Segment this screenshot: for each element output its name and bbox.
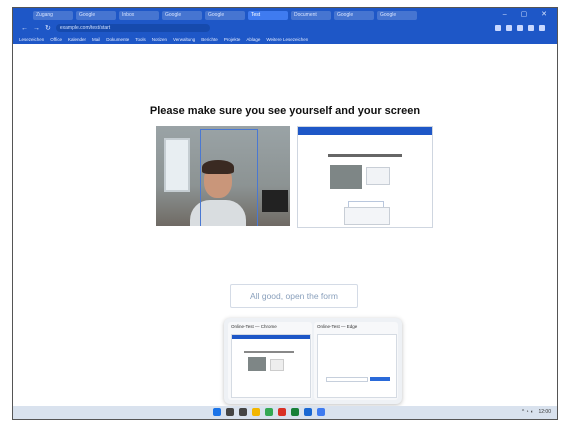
thumbnail-heading (244, 351, 294, 353)
face-detection-frame (200, 129, 258, 226)
bookmark[interactable]: Notizen (152, 37, 167, 42)
browser-tab[interactable]: Google (334, 10, 374, 20)
window-thumbnail[interactable]: Online-Test — Chrome (228, 322, 312, 400)
browser-toolbar: ← → ↻ example.com/test/start (13, 22, 557, 34)
window-controls[interactable]: – ▢ ✕ (503, 10, 553, 18)
bookmark[interactable]: Verwaltung (173, 37, 195, 42)
taskbar-apps (213, 408, 325, 416)
bookmark[interactable]: Office (50, 37, 62, 42)
chrome-icon[interactable] (265, 408, 273, 416)
browser-tab[interactable]: Inbox (119, 10, 159, 20)
task-view-icon[interactable] (239, 408, 247, 416)
file-explorer-icon[interactable] (252, 408, 260, 416)
tray-chevron-icon[interactable]: ^ (522, 409, 524, 415)
window-thumbnail-preview (231, 334, 311, 398)
extension-icon[interactable] (495, 25, 501, 31)
bookmark[interactable]: Lesezeichen (19, 37, 44, 42)
outlook-icon[interactable] (304, 408, 312, 416)
bookmark-other[interactable]: Weitere Lesezeichen (266, 37, 308, 42)
teams-icon[interactable] (291, 408, 299, 416)
thumbnail-webcam (248, 357, 266, 371)
thumbnail-bar (232, 335, 310, 339)
window-thumbnail[interactable]: Online-Test — Edge (314, 322, 398, 400)
thumbnail-button (370, 377, 390, 381)
forward-icon[interactable]: → (33, 25, 40, 32)
bookmark[interactable]: Kalender (68, 37, 86, 42)
open-form-button[interactable]: All good, open the form (230, 284, 358, 308)
preview-webcam (330, 165, 362, 189)
windows-start-icon[interactable] (213, 408, 221, 416)
preview-heading (328, 154, 402, 157)
bookmark[interactable]: Berichte (201, 37, 218, 42)
browser-tab[interactable]: Document (291, 10, 331, 20)
volume-icon[interactable]: ◖ (530, 409, 533, 415)
bookmarks-bar: Lesezeichen Office Kalender Mail Dokumen… (13, 34, 557, 44)
preview-screen (366, 167, 390, 185)
window-thumbnail-preview (317, 334, 397, 398)
screen-capture-frame: Zugang Google Inbox Google Google Test D… (12, 7, 558, 420)
browser-tab-bar: Zugang Google Inbox Google Google Test D… (13, 8, 557, 22)
browser-tab-active[interactable]: Test (248, 10, 288, 20)
settings-icon[interactable] (317, 408, 325, 416)
browser-tab[interactable]: Google (205, 10, 245, 20)
webcam-window (164, 138, 190, 192)
page-heading: Please make sure you see yourself and yo… (149, 105, 421, 117)
extensions-area (495, 25, 557, 31)
thumbnail-screen (270, 359, 284, 371)
preview-browser-bar (298, 127, 432, 135)
tray-clock[interactable]: 12:00 (538, 409, 551, 415)
bookmark[interactable]: Projekte (224, 37, 241, 42)
bookmark[interactable]: Mail (92, 37, 100, 42)
bookmark[interactable]: Dokumente (106, 37, 129, 42)
system-tray: ^ ◔ ◖ 12:00 (522, 409, 551, 415)
browser-tab[interactable]: Google (76, 10, 116, 20)
extension-icon[interactable] (517, 25, 523, 31)
webcam-preview (156, 126, 290, 226)
windows-taskbar: ^ ◔ ◖ 12:00 (13, 406, 557, 419)
browser-tab[interactable]: Google (377, 10, 417, 20)
address-bar[interactable]: example.com/test/start (55, 24, 210, 32)
extension-icon[interactable] (528, 25, 534, 31)
back-icon[interactable]: ← (21, 25, 28, 32)
thumbnail-input (326, 377, 368, 382)
extension-icon[interactable] (506, 25, 512, 31)
preview-popup (344, 207, 390, 225)
webcam-monitor (262, 190, 288, 212)
bookmark[interactable]: Tools (135, 37, 146, 42)
screen-share-preview (297, 126, 433, 228)
search-icon[interactable] (226, 408, 234, 416)
share-window-picker: Online-Test — Chrome Online-Test — Edge (224, 318, 402, 404)
browser-tab[interactable]: Google (162, 10, 202, 20)
window-thumbnail-title: Online-Test — Chrome (231, 324, 277, 329)
window-thumbnail-title: Online-Test — Edge (317, 324, 358, 329)
profile-icon[interactable] (539, 25, 545, 31)
browser-tab[interactable]: Zugang (33, 10, 73, 20)
reload-icon[interactable]: ↻ (45, 24, 51, 32)
app-icon[interactable] (278, 408, 286, 416)
wifi-icon[interactable]: ◔ (526, 409, 529, 415)
bookmark[interactable]: Ablage (246, 37, 260, 42)
